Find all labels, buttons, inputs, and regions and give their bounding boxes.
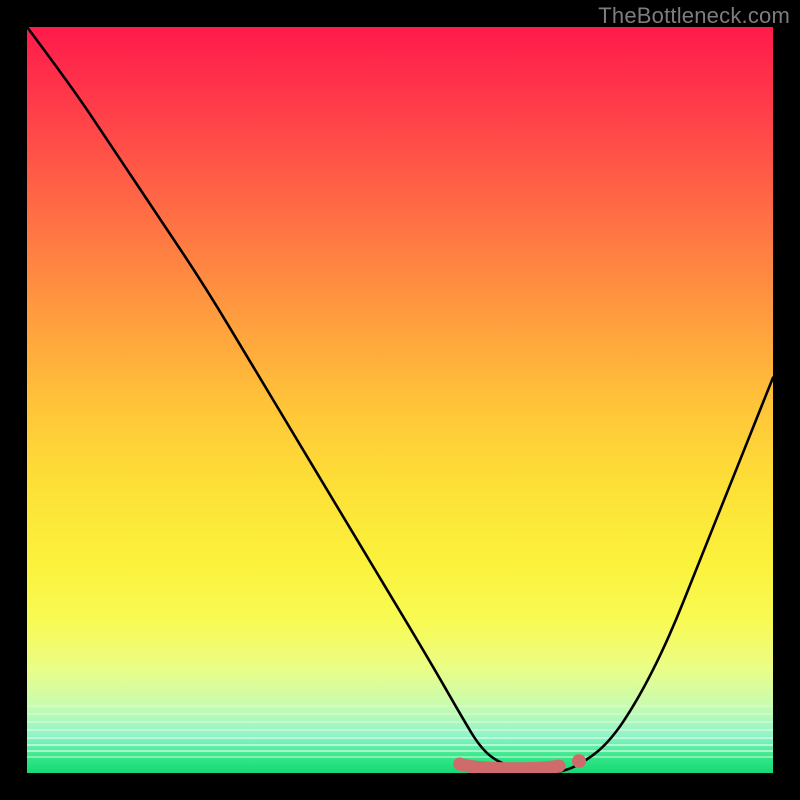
glow-band	[27, 744, 773, 746]
watermark-text: TheBottleneck.com	[598, 3, 790, 29]
glow-band	[27, 721, 773, 723]
glow-band	[27, 737, 773, 739]
glow-band	[27, 756, 773, 758]
chart-svg	[27, 27, 773, 773]
glow-band	[27, 750, 773, 752]
chart-plot-area	[27, 27, 773, 773]
glow-band	[27, 705, 773, 707]
chart-frame: TheBottleneck.com	[0, 0, 800, 800]
flat-region-marker	[460, 764, 559, 769]
bottleneck-curve-path	[27, 27, 773, 773]
glow-band	[27, 713, 773, 715]
glow-band	[27, 729, 773, 731]
